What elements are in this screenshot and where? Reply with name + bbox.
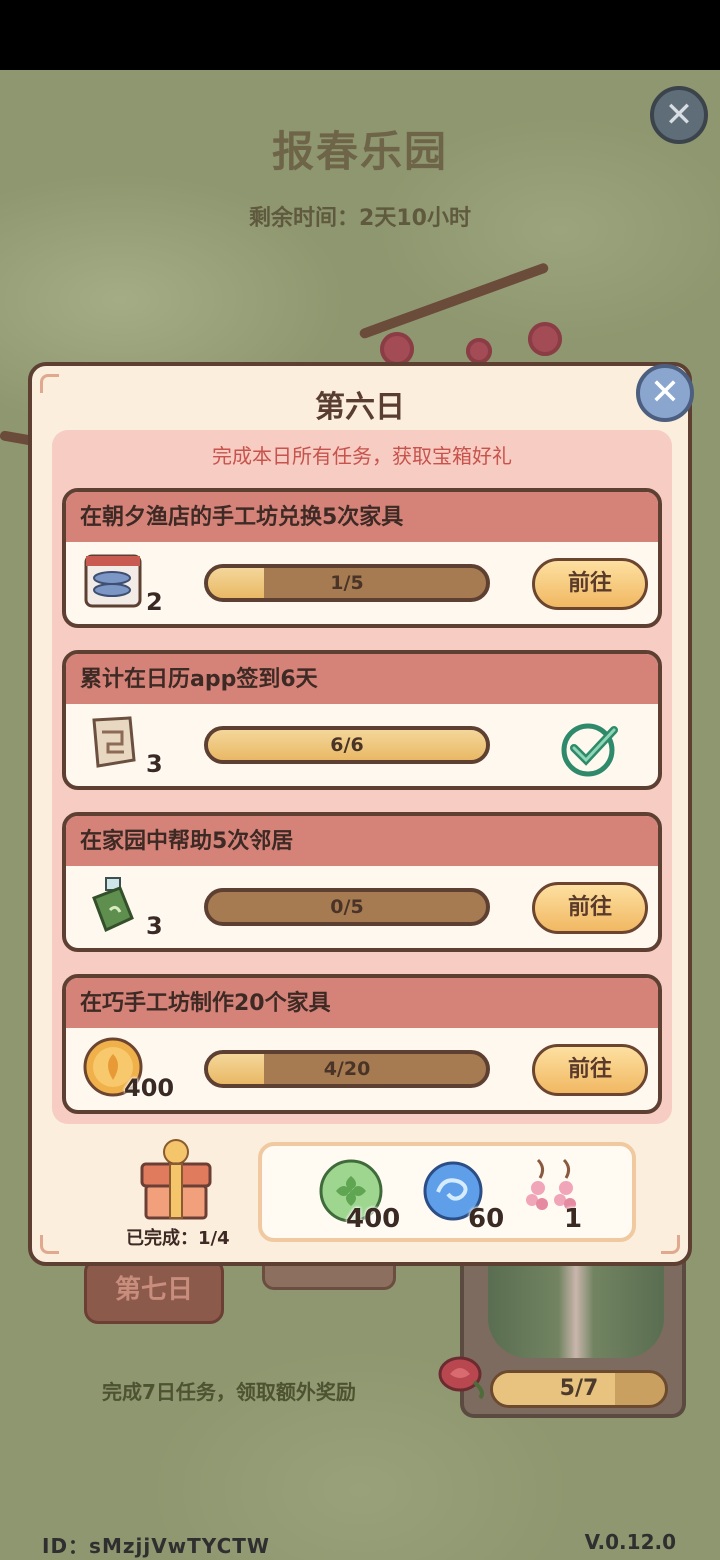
close-icon: ✕ xyxy=(664,95,694,135)
chest-rewards: 400 60 1 xyxy=(258,1142,636,1242)
progress-text: 1/5 xyxy=(330,572,364,594)
close-icon: ✕ xyxy=(649,372,681,413)
reward-count: 1 xyxy=(564,1204,583,1234)
task-hint: 完成本日所有任务，获取宝箱好礼 xyxy=(212,444,512,468)
progress-text: 6/6 xyxy=(330,734,364,756)
go-button[interactable]: 前往 xyxy=(532,558,648,610)
task-card: 在朝夕渔店的手工坊兑换5次家具 2 1/5 前往 xyxy=(62,488,662,628)
task-title: 在家园中帮助5次邻居 xyxy=(80,829,294,854)
corner-decoration xyxy=(661,1235,680,1254)
reward-count: 3 xyxy=(146,750,163,778)
blossom xyxy=(466,338,492,364)
task-progress-bar: 4/20 xyxy=(204,1050,490,1088)
task-title: 累计在日历app签到6天 xyxy=(80,667,318,692)
task-header: 在朝夕渔店的手工坊兑换5次家具 xyxy=(66,492,658,542)
task-panel: 完成本日所有任务，获取宝箱好礼 在朝夕渔店的手工坊兑换5次家具 2 1/5 前往… xyxy=(52,430,672,1124)
remaining-time: 剩余时间：2天10小时 xyxy=(249,206,471,231)
treasure-chest-icon[interactable] xyxy=(138,1136,214,1222)
reward-count: 60 xyxy=(468,1204,505,1234)
rose-icon xyxy=(438,1356,484,1400)
player-id: ID：sMzjjVwTYCTW xyxy=(42,1534,270,1558)
blossom xyxy=(528,322,562,356)
bonus-progress-bar: 5/7 xyxy=(490,1370,668,1408)
day7-tab[interactable]: 第七日 xyxy=(84,1258,224,1324)
corner-decoration xyxy=(40,1235,59,1254)
go-button[interactable]: 前往 xyxy=(532,882,648,934)
modal-title: 第六日 xyxy=(315,390,405,425)
reward-count: 400 xyxy=(346,1204,401,1234)
task-progress-bar: 0/5 xyxy=(204,888,490,926)
task-card: 在家园中帮助5次邻居 3 0/5 前往 xyxy=(62,812,662,952)
blossom xyxy=(380,332,414,366)
reward-count: 3 xyxy=(146,912,163,940)
branch xyxy=(358,261,550,340)
progress-text: 4/20 xyxy=(323,1058,371,1080)
task-progress-bar: 1/5 xyxy=(204,564,490,602)
dress-icon xyxy=(488,1258,664,1358)
task-card: 在巧手工坊制作20个家具 400 4/20 前往 xyxy=(62,974,662,1114)
spray-bottle-icon[interactable] xyxy=(80,872,146,938)
version-label: V.0.12.0 xyxy=(584,1530,676,1554)
close-event-button[interactable]: ✕ xyxy=(650,86,708,144)
map-scroll-icon[interactable] xyxy=(80,710,146,776)
day-task-modal: 第六日 完成本日所有任务，获取宝箱好礼 在朝夕渔店的手工坊兑换5次家具 2 1/… xyxy=(28,362,692,1266)
task-title: 在巧手工坊制作20个家具 xyxy=(80,991,331,1016)
task-header: 在家园中帮助5次邻居 xyxy=(66,816,658,866)
task-title: 在朝夕渔店的手工坊兑换5次家具 xyxy=(80,505,404,530)
close-modal-button[interactable]: ✕ xyxy=(636,364,694,422)
bonus-progress-text: 5/7 xyxy=(559,1376,599,1401)
reward-count: 2 xyxy=(146,588,163,616)
fish-tray-icon[interactable] xyxy=(80,548,146,614)
task-header: 累计在日历app签到6天 xyxy=(66,654,658,704)
task-card: 累计在日历app签到6天 3 6/6 xyxy=(62,650,662,790)
progress-text: 0/5 xyxy=(330,896,364,918)
task-progress-bar: 6/6 xyxy=(204,726,490,764)
status-bar xyxy=(0,0,720,70)
go-button[interactable]: 前往 xyxy=(532,1044,648,1096)
task-header: 在巧手工坊制作20个家具 xyxy=(66,978,658,1028)
event-title: 报春乐园 xyxy=(271,127,448,176)
completed-check-icon xyxy=(561,723,618,777)
reward-count: 400 xyxy=(124,1074,175,1102)
bonus-note: 完成7日任务，领取额外奖励 xyxy=(102,1380,356,1404)
completed-count: 已完成：1/4 xyxy=(126,1228,230,1249)
